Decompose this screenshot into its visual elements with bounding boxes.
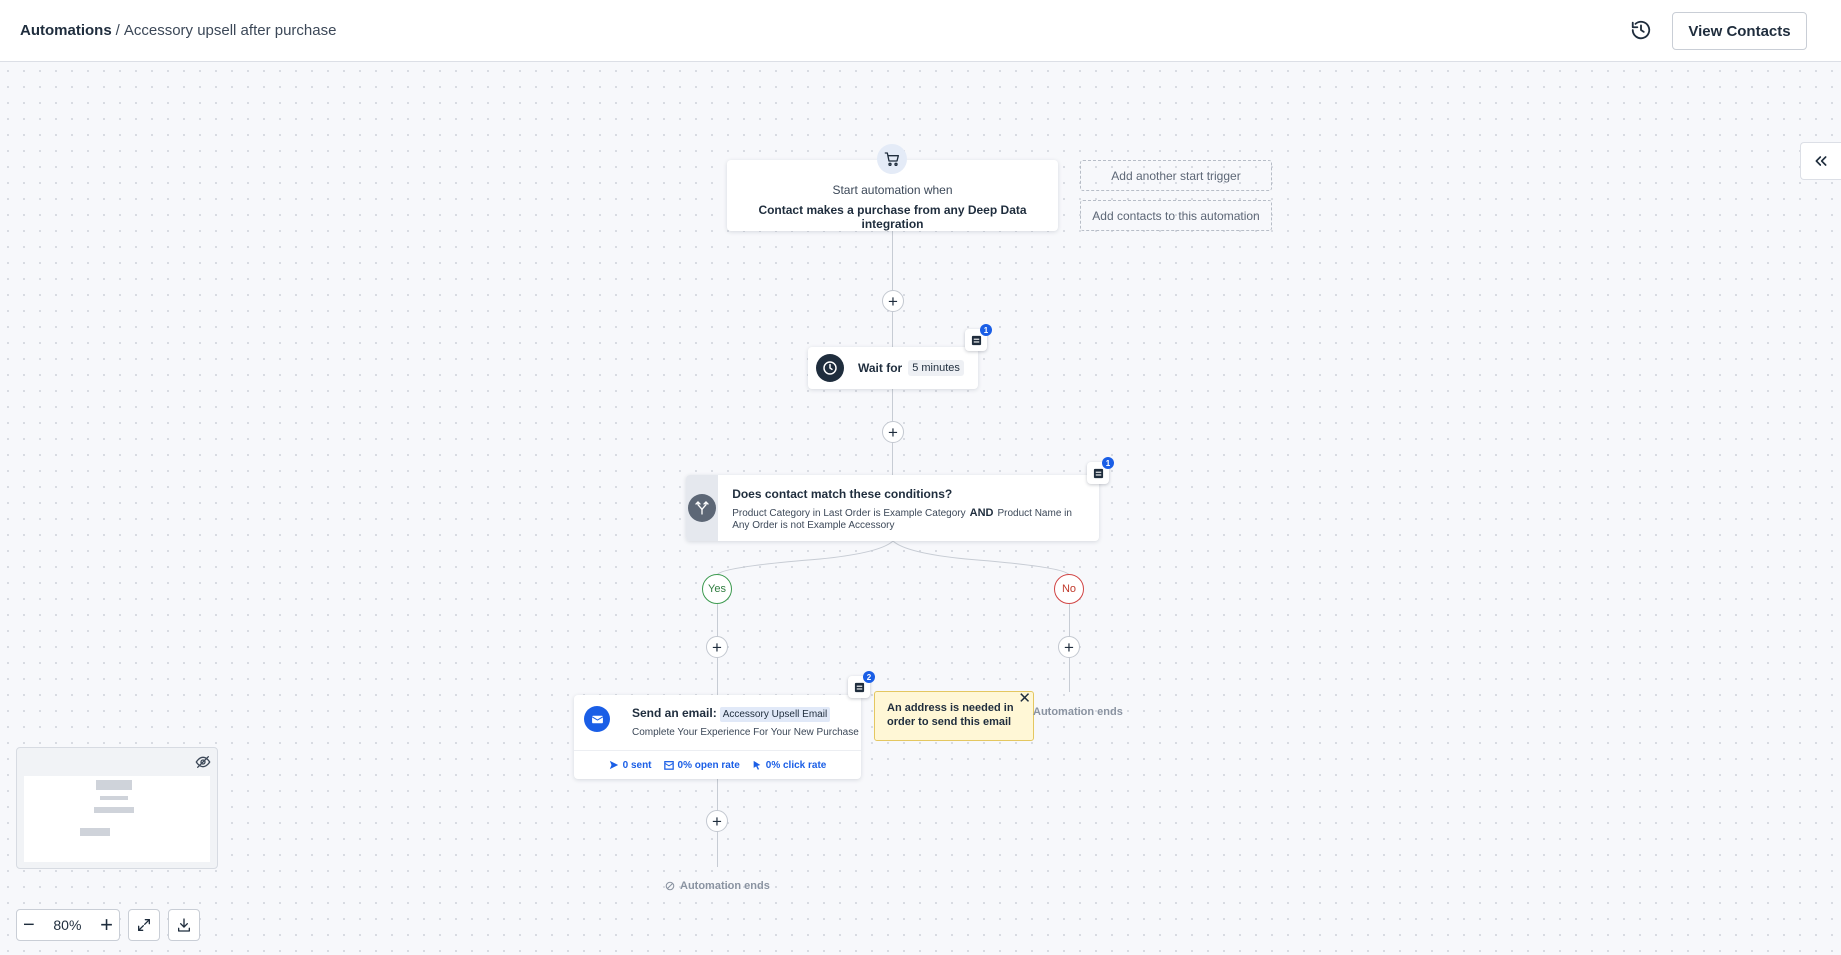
minimap-node — [80, 828, 110, 836]
add-contacts-button[interactable]: Add contacts to this automation — [1080, 200, 1272, 231]
yes-branch-label: Yes — [702, 574, 732, 604]
email-name-pill[interactable]: Accessory Upsell Email — [719, 707, 831, 722]
open-rate-stat[interactable]: 0% open rate — [663, 759, 740, 771]
download-icon — [178, 918, 190, 932]
zoom-in-button[interactable]: + — [100, 912, 113, 938]
minimap-node — [100, 796, 128, 800]
wait-duration: 5 minutes — [908, 360, 964, 376]
condition-a: Product Category in Last Order is Exampl… — [732, 508, 966, 519]
click-rate-stat[interactable]: 0% click rate — [752, 759, 827, 771]
top-header: Automations / Accessory upsell after purch… — [0, 0, 1841, 62]
cursor-icon — [753, 760, 761, 770]
breadcrumb-automations-link[interactable]: Automations — [20, 22, 112, 39]
click-rate-value: 0% click rate — [765, 759, 827, 771]
download-button[interactable] — [168, 909, 200, 941]
connector-line — [892, 231, 893, 347]
history-button[interactable] — [1626, 15, 1656, 45]
email-icon — [584, 706, 610, 732]
condition-step-card[interactable]: Does contact match these conditions? Pro… — [686, 475, 1099, 541]
minimap-preview — [24, 776, 210, 862]
add-step-button[interactable]: + — [882, 421, 904, 443]
condition-icon-panel — [686, 475, 719, 541]
note-count-badge: 1 — [980, 324, 992, 336]
note-icon — [971, 335, 981, 345]
zoom-level: 80% — [53, 917, 82, 933]
breadcrumb-separator: / — [115, 22, 120, 39]
condition-joiner: AND — [969, 507, 994, 519]
zoom-out-button[interactable]: − — [23, 914, 35, 937]
email-step-title: Send an email: Accessory Upsell Email — [632, 706, 831, 722]
add-step-button[interactable]: + — [882, 290, 904, 312]
note-icon — [1093, 468, 1103, 478]
view-contacts-button[interactable]: View Contacts — [1672, 12, 1807, 50]
condition-body: Does contact match these conditions? Pro… — [718, 475, 1099, 541]
automation-ends-yes: Automation ends — [665, 880, 770, 892]
open-rate-value: 0% open rate — [677, 759, 740, 771]
email-title-label: Send an email: — [632, 706, 717, 720]
sent-count: 0 sent — [622, 759, 652, 771]
address-warning-tooltip: An address is needed in order to send th… — [874, 691, 1034, 741]
automation-ends-label: Automation ends — [680, 880, 770, 892]
add-step-button[interactable]: + — [706, 636, 728, 658]
trigger-line2: Contact makes a purchase from any Deep D… — [758, 203, 1027, 231]
open-mail-icon — [663, 761, 674, 770]
branch-connectors — [716, 541, 1070, 576]
email-step-card[interactable]: Send an email: Accessory Upsell Email Com… — [574, 695, 861, 779]
breadcrumb: Automations / Accessory upsell after purch… — [20, 22, 336, 39]
add-step-button[interactable]: + — [1058, 636, 1080, 658]
sent-stat[interactable]: 0 sent — [609, 760, 652, 771]
minimap-node — [94, 807, 134, 813]
note-icon — [854, 682, 864, 692]
wait-step-card[interactable]: Wait for 5 minutes — [808, 347, 978, 389]
double-chevron-left-icon — [1815, 156, 1827, 166]
expand-icon — [138, 919, 150, 931]
no-branch-label: No — [1054, 574, 1084, 604]
note-count-badge: 1 — [1102, 457, 1114, 469]
send-icon — [609, 760, 618, 770]
notes-button[interactable]: 2 — [848, 671, 875, 698]
notes-button[interactable]: 1 — [965, 324, 992, 351]
stop-icon — [665, 881, 675, 891]
minimap[interactable] — [16, 747, 218, 869]
zoom-controls: − 80% + — [16, 909, 120, 941]
history-icon — [1631, 20, 1651, 40]
email-subject: Complete Your Experience For Your New Pu… — [632, 727, 859, 738]
branch-icon — [688, 494, 717, 522]
email-stats-bar: 0 sent 0% open rate 0% click rate — [574, 750, 861, 779]
warning-text: An address is needed in order to send th… — [887, 702, 1014, 728]
trigger-line1: Start automation when — [832, 183, 953, 197]
condition-title: Does contact match these conditions? — [732, 487, 953, 501]
fit-view-button[interactable] — [128, 909, 160, 941]
condition-text: Product Category in Last Order is Exampl… — [732, 507, 1085, 532]
clock-icon — [816, 354, 844, 382]
breadcrumb-current: Accessory upsell after purchase — [123, 22, 337, 39]
hide-minimap-icon[interactable] — [195, 754, 211, 770]
notes-button[interactable]: 1 — [1087, 457, 1114, 484]
add-step-button[interactable]: + — [706, 810, 728, 832]
wait-label: Wait for — [858, 361, 903, 375]
close-icon[interactable]: ✕ — [1018, 691, 1031, 706]
note-count-badge: 2 — [863, 671, 875, 683]
cart-icon — [877, 144, 907, 174]
automation-ends-no: Automation ends — [1033, 706, 1123, 718]
add-start-trigger-button[interactable]: Add another start trigger — [1080, 160, 1272, 191]
minimap-node — [96, 780, 132, 790]
expand-panel-button[interactable] — [1800, 142, 1841, 180]
